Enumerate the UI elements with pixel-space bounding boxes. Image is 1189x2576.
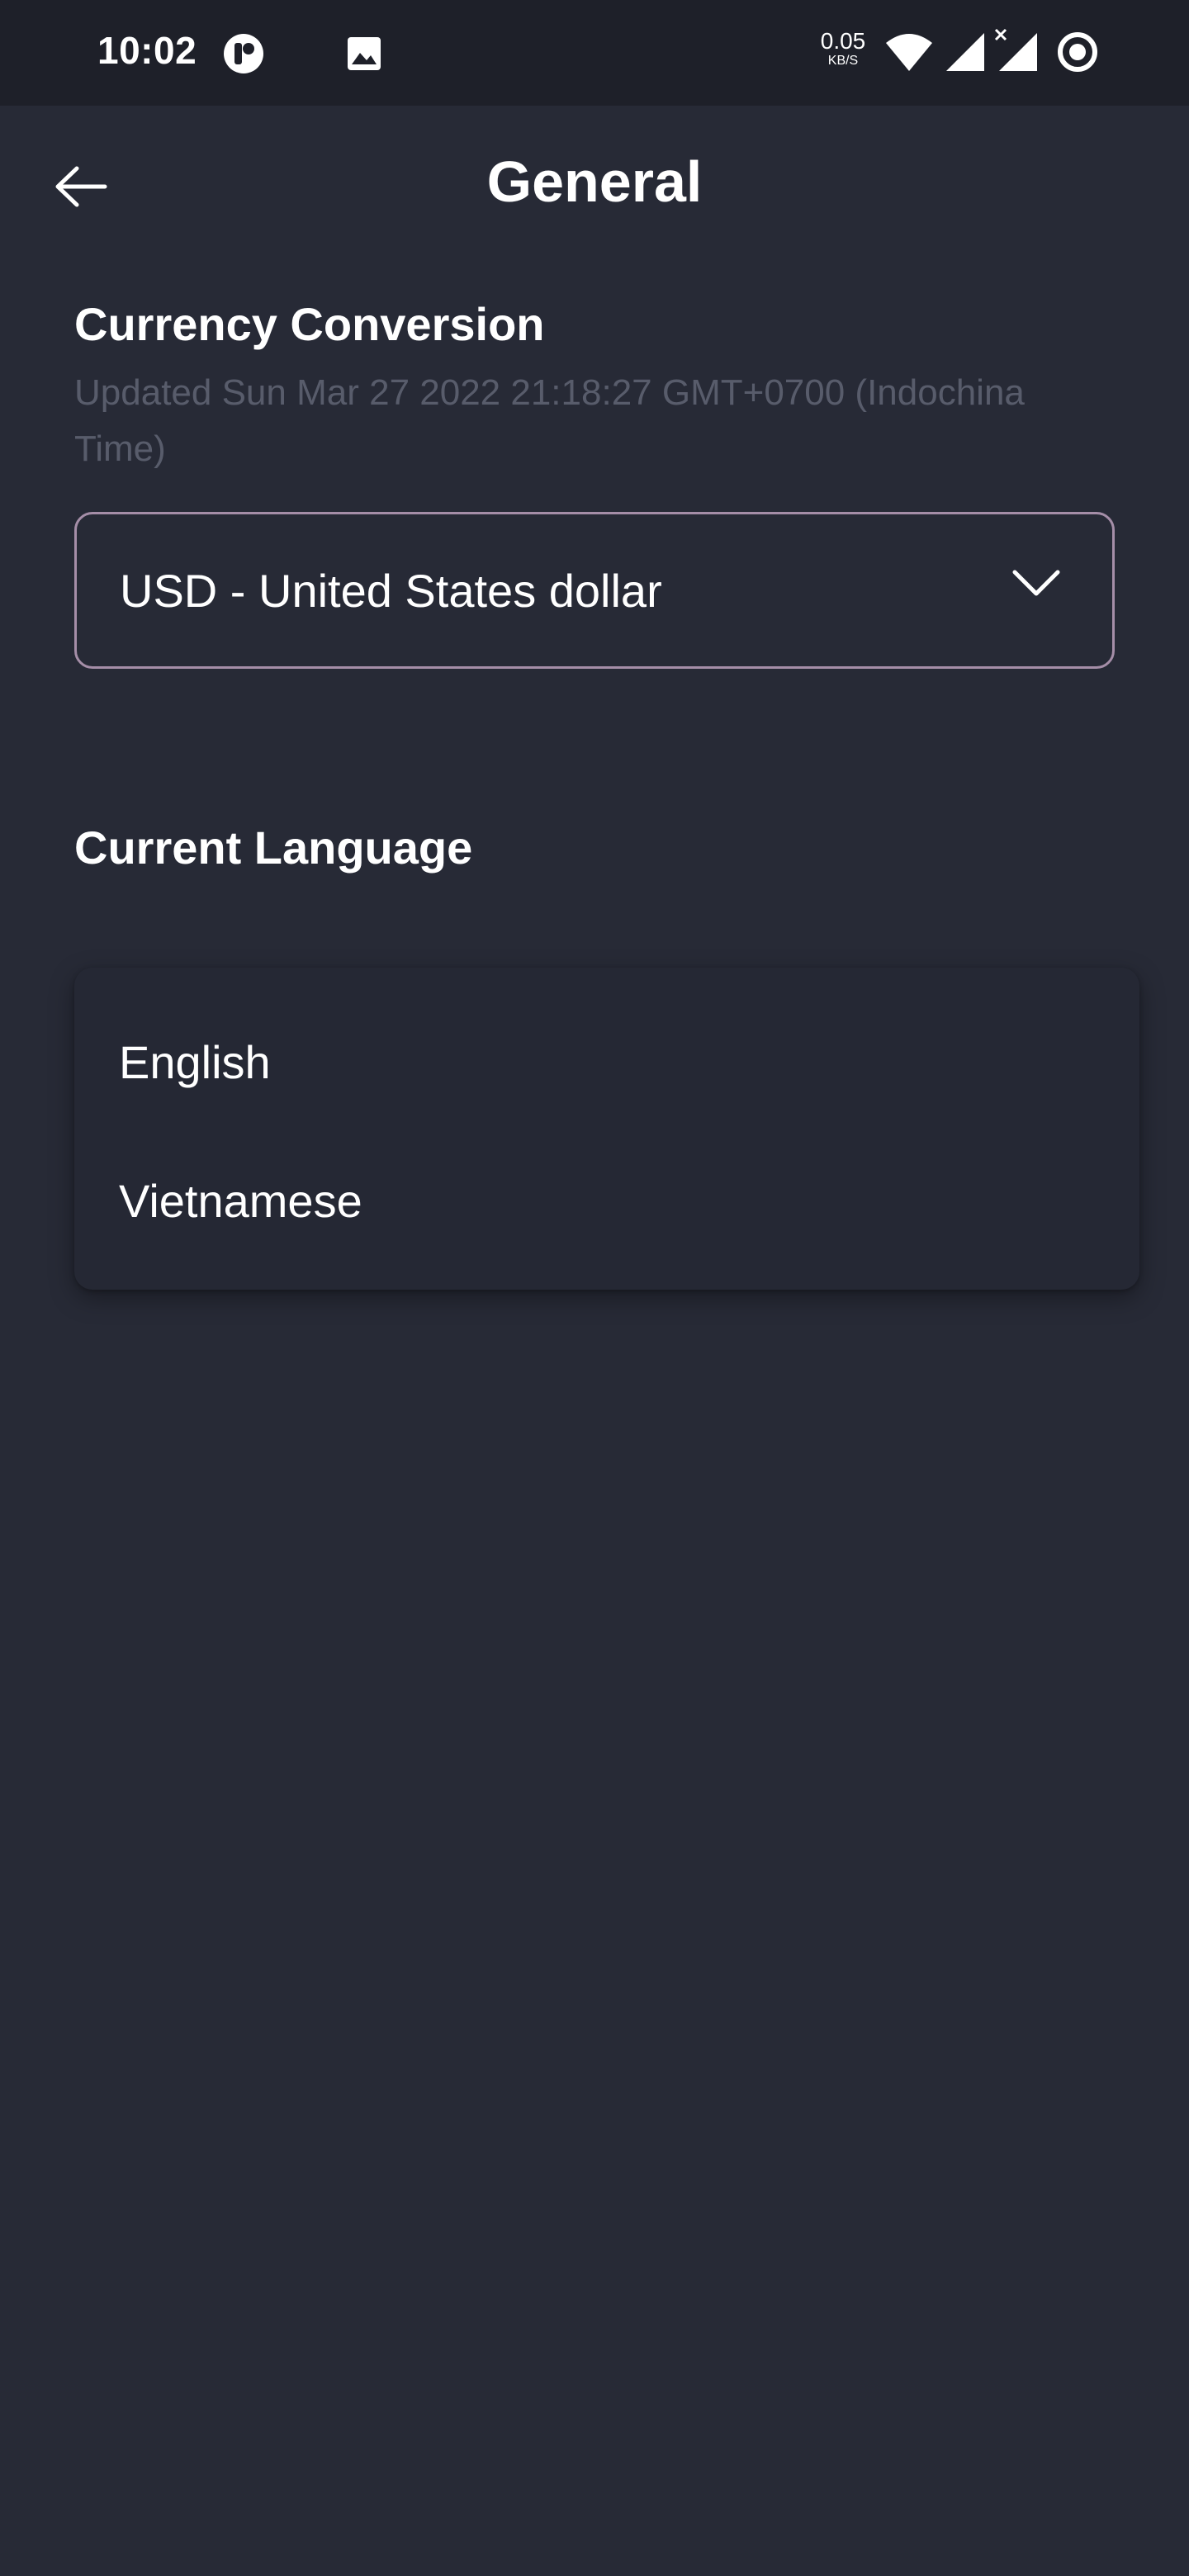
app-bar: General <box>0 106 1189 268</box>
language-option-label: Vietnamese <box>119 1174 362 1227</box>
network-speed: 0.05 KB/S <box>814 30 872 68</box>
language-option-vietnamese[interactable]: Vietnamese <box>74 1131 1139 1270</box>
language-menu: English Vietnamese <box>74 968 1139 1290</box>
status-bar: 10:02 0.05 KB/S <box>0 0 1189 106</box>
language-section-title: Current Language <box>74 822 473 874</box>
app-notification-icon <box>224 34 263 73</box>
network-speed-value: 0.05 <box>820 28 866 54</box>
signal-no-data-icon <box>994 28 1037 71</box>
record-icon <box>1058 32 1097 72</box>
status-time: 10:02 <box>97 29 197 72</box>
language-option-label: English <box>119 1035 271 1088</box>
network-speed-unit: KB/S <box>827 54 859 68</box>
currency-section-title: Currency Conversion <box>74 298 545 350</box>
image-notification-icon <box>348 37 381 70</box>
chevron-down-icon <box>1012 570 1060 596</box>
wifi-icon <box>886 34 932 71</box>
currency-dropdown[interactable]: USD - United States dollar <box>74 512 1115 669</box>
signal-icon <box>946 33 984 71</box>
currency-updated-text: Updated Sun Mar 27 2022 21:18:27 GMT+070… <box>74 372 1025 469</box>
language-option-english[interactable]: English <box>74 992 1139 1131</box>
page-title: General <box>486 149 703 214</box>
currency-selected-value: USD - United States dollar <box>120 564 662 617</box>
